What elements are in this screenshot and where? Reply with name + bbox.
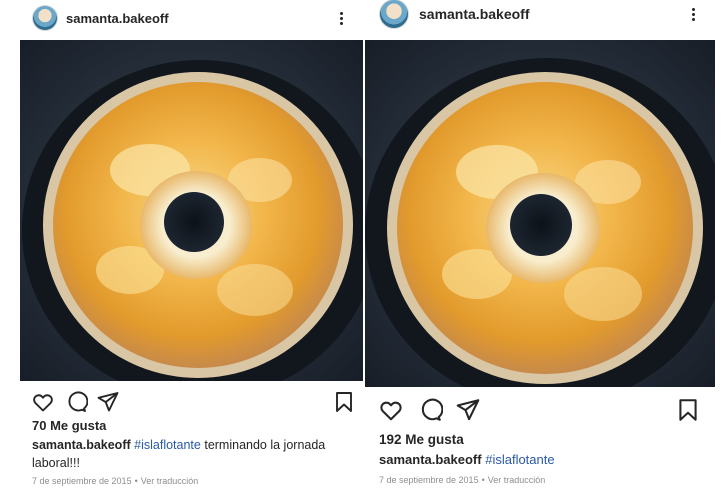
caption-hashtag[interactable]: #islaflotante (485, 452, 554, 467)
post-photo[interactable] (20, 40, 363, 381)
post-caption: samanta.bakeoff #islaflotante terminando… (32, 436, 357, 472)
caption-username[interactable]: samanta.bakeoff (379, 452, 482, 467)
avatar[interactable] (379, 0, 409, 29)
likes-count[interactable]: 192 Me gusta (379, 432, 464, 447)
comment-icon[interactable] (64, 390, 88, 414)
post-date: 7 de septiembre de 2015 (379, 475, 479, 485)
post-photo[interactable] (365, 40, 715, 387)
post-actions (20, 390, 363, 416)
post-date: 7 de septiembre de 2015 (32, 476, 132, 486)
bookmark-icon[interactable] (675, 397, 701, 423)
see-translation-link[interactable]: Ver traducción (141, 476, 199, 486)
share-icon[interactable] (96, 390, 120, 414)
likes-count[interactable]: 70 Me gusta (32, 418, 106, 433)
more-options-icon[interactable] (683, 4, 703, 24)
share-icon[interactable] (455, 397, 481, 423)
post-caption: samanta.bakeoff #islaflotante (379, 451, 709, 469)
post-meta: 7 de septiembre de 2015 • Ver traducción (379, 475, 546, 485)
post-actions (365, 397, 715, 423)
flan-cake-image (20, 40, 363, 381)
more-options-icon[interactable] (331, 8, 351, 28)
post-username[interactable]: samanta.bakeoff (66, 11, 169, 26)
post-card-right: samanta.bakeoff 192 Me gusta samanta.bak… (365, 0, 715, 500)
post-meta: 7 de septiembre de 2015 • Ver traducción (32, 476, 199, 486)
see-translation-link[interactable]: Ver traducción (488, 475, 546, 485)
post-card-left: samanta.bakeoff 70 Me gusta samanta.bake… (20, 0, 363, 500)
flan-cake-image (365, 40, 715, 387)
caption-hashtag[interactable]: #islaflotante (134, 438, 201, 452)
bookmark-icon[interactable] (332, 390, 356, 414)
post-username[interactable]: samanta.bakeoff (419, 6, 529, 22)
comment-icon[interactable] (417, 397, 443, 423)
post-header: samanta.bakeoff (365, 0, 715, 32)
heart-icon[interactable] (378, 397, 404, 423)
caption-username[interactable]: samanta.bakeoff (32, 438, 131, 452)
avatar[interactable] (32, 5, 58, 31)
heart-icon[interactable] (31, 390, 55, 414)
post-header: samanta.bakeoff (20, 0, 363, 36)
